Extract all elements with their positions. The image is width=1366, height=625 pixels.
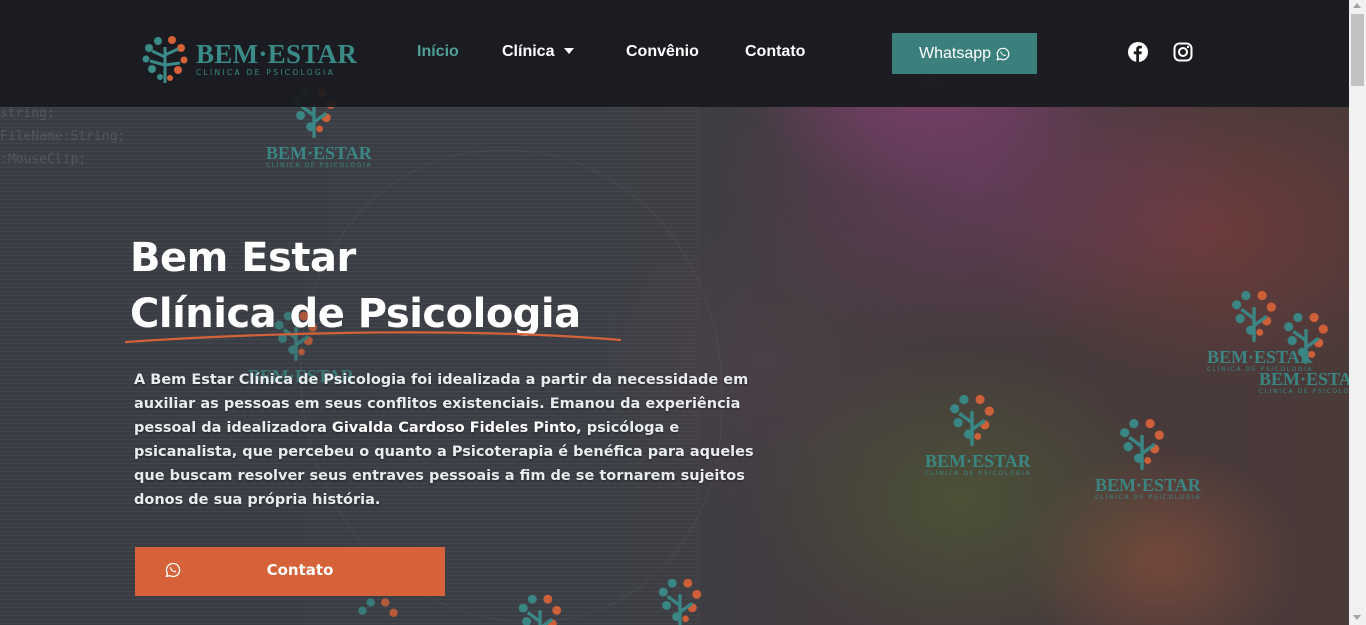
nav-item-clinica[interactable]: Clínica <box>502 42 575 62</box>
watermark-subtitle: CLÍNICA DE PSICOLOGIA <box>1095 494 1202 501</box>
brain-tree-icon <box>1120 418 1164 470</box>
scroll-up-icon[interactable] <box>1353 3 1361 8</box>
chevron-down-icon <box>564 48 575 54</box>
watermark-title: BEM·ESTAR <box>266 143 372 163</box>
watermark-subtitle: CLÍNICA DE PSICOLOGIA <box>925 470 1032 477</box>
brain-tree-icon <box>1284 312 1328 364</box>
watermark-logo <box>650 572 710 625</box>
watermark-subtitle: CLÍNICA DE PSICOLOGIA <box>266 162 373 169</box>
header: BEM·ESTAR CLÍNICA DE PSICOLOGIA Início C… <box>0 0 1349 107</box>
facebook-icon[interactable] <box>1128 42 1148 62</box>
whatsapp-button-label: Whatsapp <box>918 44 992 62</box>
brain-tree-icon <box>950 394 994 446</box>
contact-cta-label: Contato <box>266 561 334 579</box>
code-background: string; FileName:String; :MouseClip; <box>0 102 160 171</box>
page-scrollbar[interactable] <box>1349 0 1366 625</box>
hero-intro: A Bem Estar Clínica de Psicologia foi id… <box>134 368 754 512</box>
nav-item-label: Clínica <box>502 43 555 60</box>
brain-tree-icon <box>142 36 188 83</box>
nav-item-convenio[interactable]: Convênio <box>626 42 699 62</box>
site-logo[interactable]: BEM·ESTAR CLÍNICA DE PSICOLOGIA <box>140 33 357 85</box>
contact-cta-button[interactable]: Contato <box>135 547 445 596</box>
brain-tree-icon <box>358 598 398 617</box>
whatsapp-icon <box>996 47 1010 61</box>
whatsapp-button[interactable]: Whatsapp <box>892 33 1037 74</box>
hero-title-line1: Bem Estar <box>130 235 356 281</box>
watermark-logo: BEM·ESTAR CLÍNICA DE PSICOLOGIA <box>925 388 1031 477</box>
brand-tagline: CLÍNICA DE PSICOLOGIA <box>196 67 336 77</box>
brain-tree-icon <box>518 594 562 625</box>
watermark-title: BEM·ESTAR <box>1259 369 1349 389</box>
watermark-logo <box>510 588 570 625</box>
nav-item-inicio[interactable]: Início <box>417 42 459 62</box>
watermark-title: BEM·ESTAR <box>925 451 1031 471</box>
watermark-logo <box>350 592 406 625</box>
watermark-title: BEM·ESTAR <box>1095 475 1201 495</box>
watermark-subtitle: CLÍNICA DE PSICOLOGIA <box>1259 388 1349 395</box>
watermark-logo: BEM·ESTAR CLÍNICA DE PSICOLOGIA <box>1259 306 1349 395</box>
watermark-logo: BEM·ESTAR CLÍNICA DE PSICOLOGIA <box>1095 412 1201 501</box>
intro-founder-name: Givalda Cardoso Fideles Pinto <box>331 420 577 436</box>
brain-tree-icon <box>658 578 702 625</box>
heading-underline <box>124 331 622 344</box>
instagram-icon[interactable] <box>1173 42 1193 62</box>
code-line: :MouseClip; <box>0 152 87 167</box>
scroll-down-icon[interactable] <box>1353 615 1361 620</box>
nav-item-contato[interactable]: Contato <box>745 42 805 62</box>
brand-name: BEM·ESTAR <box>196 38 358 69</box>
code-line: FileName:String; <box>0 129 126 144</box>
scroll-thumb[interactable] <box>1351 14 1364 86</box>
